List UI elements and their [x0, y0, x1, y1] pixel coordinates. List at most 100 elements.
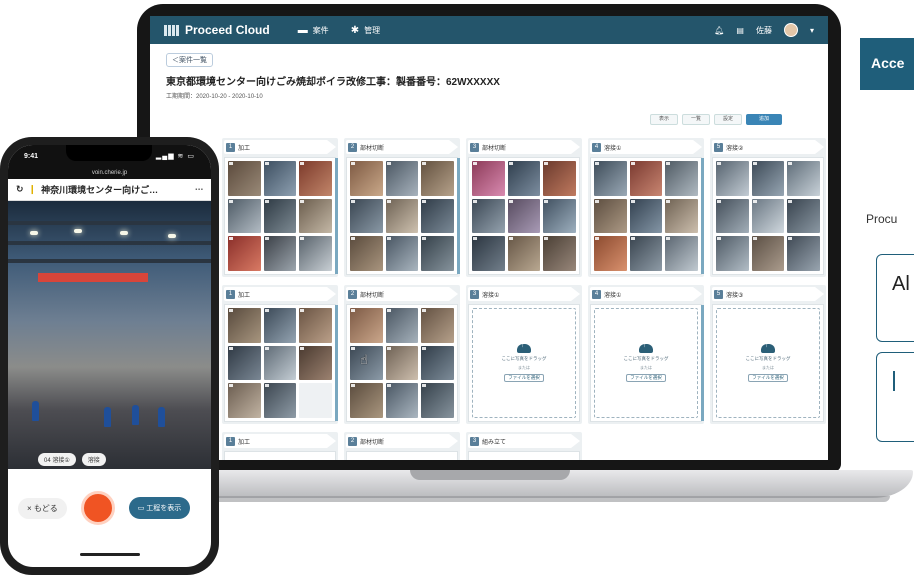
photo-thumb[interactable] — [228, 161, 261, 196]
photo-thumb[interactable] — [228, 198, 261, 234]
photo-thumb[interactable] — [787, 161, 820, 196]
settings-button[interactable]: 設定 — [714, 114, 742, 125]
view-button[interactable]: 表示 — [650, 114, 678, 125]
process-header[interactable]: 1 加工 — [224, 434, 336, 448]
nav-cases[interactable]: ▬ 案件 — [298, 25, 329, 36]
process-header[interactable]: 1 加工 — [224, 140, 336, 154]
photo-thumb[interactable] — [350, 308, 383, 343]
file-select-button[interactable]: ファイルを選択 — [504, 374, 544, 382]
photo-thumb[interactable] — [751, 161, 785, 196]
nav-admin[interactable]: ✱ 管理 — [351, 25, 380, 36]
avatar[interactable] — [783, 23, 798, 37]
show-process-button[interactable]: ▭ 工程を表示 — [128, 497, 191, 519]
photo-thumb[interactable] — [350, 383, 383, 418]
photo-thumb[interactable] — [263, 383, 297, 418]
process-header[interactable]: 2 部材切断 — [346, 140, 458, 154]
process-header[interactable]: 3 溶接① — [468, 287, 580, 301]
photo-thumb[interactable] — [385, 236, 419, 271]
photo-thumb[interactable] — [385, 198, 419, 234]
access-button[interactable]: Acce — [860, 38, 914, 90]
photo-thumb[interactable] — [299, 308, 332, 343]
photo-thumb[interactable] — [228, 308, 261, 343]
process-header[interactable]: 2 部材切断 — [346, 287, 458, 301]
process-header[interactable]: 4 溶接① — [590, 140, 702, 154]
process-header[interactable]: 5 溶接③ — [712, 287, 824, 301]
more-icon[interactable]: ⋯ — [195, 185, 203, 194]
photo-thumb[interactable] — [787, 236, 820, 271]
photo-thumb[interactable] — [543, 198, 576, 234]
photo-thumb[interactable] — [421, 161, 454, 196]
photo-thumb[interactable] — [629, 198, 663, 234]
url-bar[interactable]: voin.cherie.jp — [8, 167, 211, 179]
photo-thumb[interactable] — [543, 236, 576, 271]
photo-thumb[interactable] — [299, 236, 332, 271]
upload-dropzone[interactable]: ここに写真をドラッグ または ファイルを選択 — [716, 308, 820, 418]
photo-thumb[interactable] — [751, 198, 785, 234]
photo-thumb[interactable] — [263, 161, 297, 196]
message-icon[interactable]: ▤ — [736, 26, 744, 35]
photo-thumb[interactable] — [543, 161, 576, 196]
photo-thumb[interactable] — [385, 308, 419, 343]
photo-thumb[interactable] — [629, 161, 663, 196]
photo-thumb[interactable] — [472, 198, 505, 234]
photo-thumb[interactable] — [228, 345, 261, 381]
bell-icon[interactable]: 🔔︎ — [714, 26, 724, 35]
photo-thumb[interactable] — [299, 198, 332, 234]
photo-thumb[interactable] — [507, 161, 541, 196]
photo-thumb[interactable] — [385, 161, 419, 196]
photo-thumb[interactable] — [716, 236, 749, 271]
camera-viewfinder[interactable]: 04 溶接① 溶接 — [8, 201, 211, 469]
photo-thumb[interactable] — [421, 236, 454, 271]
process-chip[interactable]: 04 溶接① — [38, 453, 76, 466]
process-header[interactable]: 5 溶接② — [712, 140, 824, 154]
photo-thumb[interactable] — [421, 383, 454, 418]
breadcrumb[interactable]: ＜案件一覧 — [166, 53, 213, 67]
photo-thumb[interactable] — [507, 236, 541, 271]
photo-thumb[interactable] — [350, 236, 383, 271]
photo-thumb[interactable] — [472, 236, 505, 271]
upload-dropzone[interactable]: ここに写真をドラッグ または ファイルを選択 — [472, 308, 576, 418]
photo-thumb[interactable] — [228, 236, 261, 271]
list-button[interactable]: 一覧 — [682, 114, 710, 125]
process-header[interactable]: 3 部材切断 — [468, 140, 580, 154]
photo-thumb[interactable] — [421, 198, 454, 234]
photo-thumb[interactable] — [385, 345, 419, 381]
photo-thumb[interactable] — [472, 161, 505, 196]
photo-thumb[interactable] — [421, 345, 454, 381]
chevron-down-icon[interactable]: ▾ — [810, 26, 814, 35]
process-header[interactable]: 2 部材切断 — [346, 434, 458, 448]
file-select-button[interactable]: ファイルを選択 — [626, 374, 666, 382]
process-header[interactable]: 4 溶接① — [590, 287, 702, 301]
photo-thumb[interactable] — [594, 161, 627, 196]
photo-thumb[interactable] — [263, 198, 297, 234]
photo-thumb[interactable] — [787, 198, 820, 234]
photo-thumb[interactable] — [716, 161, 749, 196]
process-header[interactable]: 1 加工 — [224, 287, 336, 301]
photo-thumb[interactable] — [594, 236, 627, 271]
photo-thumb[interactable] — [299, 161, 332, 196]
photo-thumb[interactable] — [299, 345, 332, 381]
photo-thumb[interactable] — [385, 383, 419, 418]
photo-thumb[interactable] — [263, 345, 297, 381]
photo-thumb[interactable] — [665, 198, 698, 234]
photo-thumb[interactable] — [594, 198, 627, 234]
process-header[interactable]: 3 組み立て — [468, 434, 580, 448]
photo-thumb[interactable] — [350, 161, 383, 196]
photo-thumb[interactable] — [751, 236, 785, 271]
photo-thumb[interactable] — [665, 161, 698, 196]
photo-thumb[interactable] — [716, 198, 749, 234]
photo-thumb[interactable] — [421, 308, 454, 343]
photo-thumb[interactable] — [350, 198, 383, 234]
upload-dropzone[interactable]: ここに写真をドラッグ または ファイルを選択 — [594, 308, 698, 418]
app-name[interactable]: Proceed Cloud — [185, 23, 270, 37]
add-button[interactable]: 追加 — [746, 114, 782, 125]
photo-placeholder[interactable] — [299, 383, 332, 418]
shutter-button[interactable] — [80, 491, 115, 525]
back-button[interactable]: × もどる — [18, 497, 67, 519]
photo-thumb[interactable] — [629, 236, 663, 271]
file-select-button[interactable]: ファイルを選択 — [748, 374, 788, 382]
feature-card[interactable] — [876, 352, 914, 442]
process-chip[interactable]: 溶接 — [81, 453, 106, 466]
photo-thumb[interactable] — [263, 308, 297, 343]
photo-thumb[interactable] — [228, 383, 261, 418]
